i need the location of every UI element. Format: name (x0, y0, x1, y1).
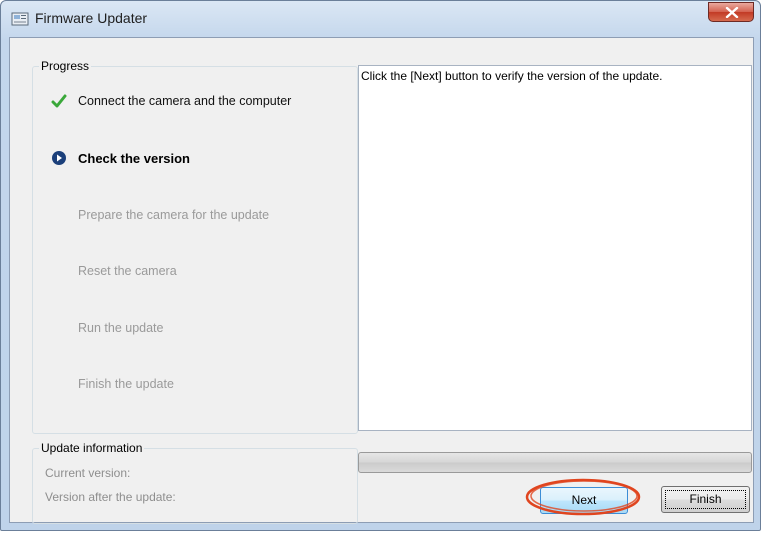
firmware-updater-window: Firmware Updater Progress Connect the ca… (0, 0, 761, 531)
step-label: Reset the camera (78, 264, 177, 278)
step-run-update: Run the update (33, 318, 353, 340)
client-area: Progress Connect the camera and the comp… (9, 37, 754, 524)
step-label: Finish the update (78, 377, 174, 391)
close-button[interactable] (708, 2, 754, 22)
title-bar[interactable]: Firmware Updater (1, 1, 760, 37)
step-connect: Connect the camera and the computer (33, 91, 353, 113)
message-text: Click the [Next] button to verify the ve… (361, 69, 663, 83)
close-icon (725, 7, 739, 18)
progress-group: Progress Connect the camera and the comp… (32, 59, 358, 434)
window-title: Firmware Updater (35, 10, 148, 26)
update-information-group: Update information Current version: Vers… (32, 441, 358, 524)
update-information-legend: Update information (39, 441, 145, 455)
step-label: Connect the camera and the computer (78, 94, 292, 108)
step-label: Check the version (78, 151, 190, 166)
step-prepare-camera: Prepare the camera for the update (33, 205, 353, 227)
progress-legend: Progress (39, 59, 92, 73)
step-label: Run the update (78, 321, 164, 335)
current-step-icon (52, 151, 66, 165)
next-button[interactable]: Next (540, 487, 628, 514)
step-finish-update: Finish the update (33, 374, 353, 396)
focus-rectangle (665, 490, 746, 509)
version-after-update-label: Version after the update: (45, 490, 176, 504)
checkmark-icon (51, 94, 67, 108)
step-label: Prepare the camera for the update (78, 208, 270, 222)
update-progress-bar (358, 452, 752, 473)
step-check-version: Check the version (33, 148, 353, 170)
step-reset-camera: Reset the camera (33, 261, 353, 283)
current-version-label: Current version: (45, 466, 131, 480)
message-box: Click the [Next] button to verify the ve… (358, 65, 752, 431)
finish-button[interactable]: Finish (661, 486, 750, 513)
app-icon (11, 12, 29, 26)
